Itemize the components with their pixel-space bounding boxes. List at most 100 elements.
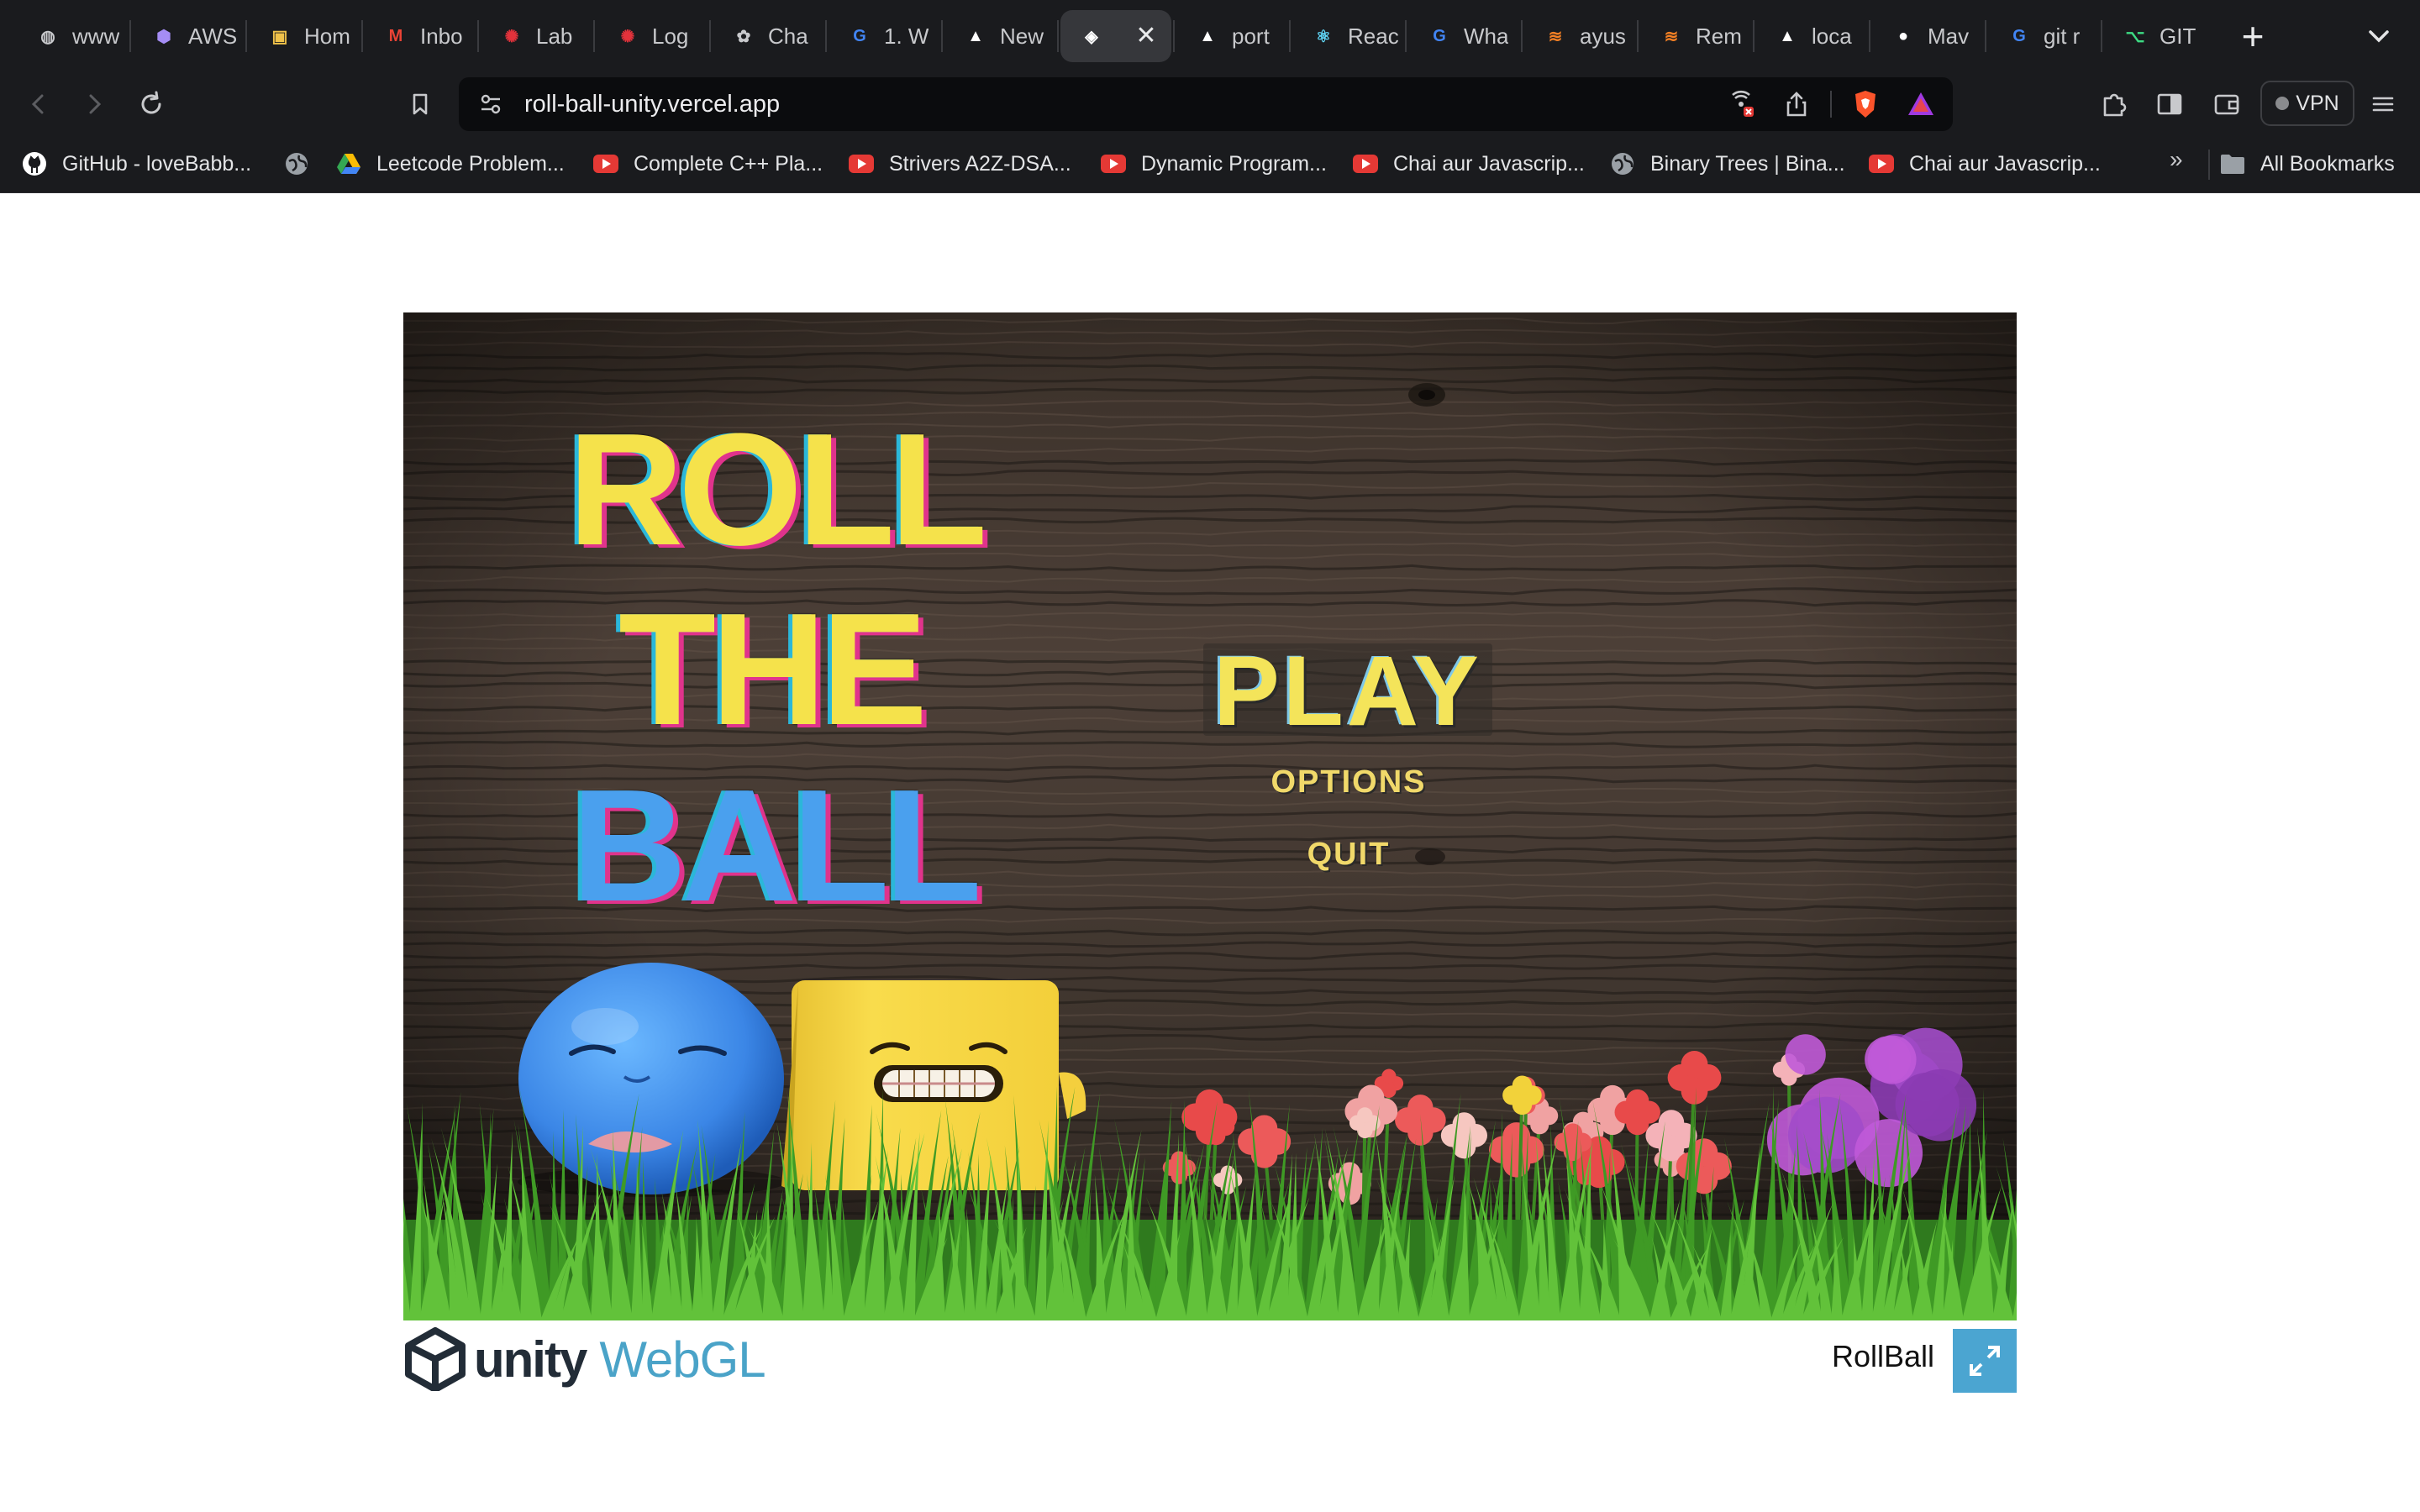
browser-tab[interactable]: ▲ loca [1756, 10, 1867, 62]
bookmark-page-button[interactable] [398, 82, 442, 126]
main-menu-button[interactable] [2361, 82, 2405, 126]
tab-separator [361, 20, 363, 52]
browser-tab[interactable]: ✿ Cha [713, 10, 823, 62]
browser-tab[interactable]: ⚛ Reac [1292, 10, 1403, 62]
browser-tab[interactable]: ≋ Rem [1640, 10, 1751, 62]
url-text[interactable]: roll-ball-unity.vercel.app [524, 77, 780, 131]
browser-tab[interactable]: ✺ Log [597, 10, 708, 62]
extensions-button[interactable] [2092, 82, 2136, 126]
vpn-button[interactable]: VPN [2260, 81, 2354, 126]
vercel-icon: ▲ [1779, 26, 1796, 45]
browser-tab[interactable]: ◍ www [17, 10, 128, 62]
tab-title: Rem [1696, 23, 1742, 49]
new-tab-button[interactable]: + [2232, 13, 2274, 59]
play-button[interactable]: PLAY [1203, 642, 1492, 741]
browser-tab[interactable]: ✺ Lab [481, 10, 592, 62]
globe-icon [1610, 151, 1635, 176]
fullscreen-button[interactable] [1953, 1329, 2017, 1393]
tab-title: Cha [768, 23, 808, 49]
browser-tab[interactable]: ▲ New [944, 10, 1055, 62]
unity-webgl-logo: unity WebGL [403, 1326, 766, 1393]
folder-icon [2220, 151, 2245, 176]
tab-title: Mav [1928, 23, 1970, 49]
share-icon[interactable] [1776, 84, 1817, 124]
tab-title: Inbo [420, 23, 463, 49]
bookmark-item[interactable]: Binary Trees | Bina... [1610, 138, 1845, 190]
tab-search-button[interactable] [2360, 17, 2398, 55]
address-bar[interactable]: roll-ball-unity.vercel.app [459, 77, 1953, 131]
unity-footer: unity WebGL RollBall [403, 1320, 2017, 1394]
sidebar-button[interactable] [2148, 82, 2191, 126]
bookmarks-overflow-button[interactable]: » [2170, 146, 2183, 173]
vercel-icon: ▲ [967, 26, 984, 45]
google-icon: G [2012, 26, 2026, 45]
tab-separator [245, 20, 247, 52]
quit-button[interactable]: QUIT [1262, 837, 1435, 873]
bookmark-item[interactable]: GitHub - loveBabb... [22, 138, 251, 190]
browser-tab[interactable]: Ggit r [1988, 10, 2099, 62]
close-tab-icon[interactable]: ✕ [1131, 21, 1161, 51]
bookmark-item[interactable]: Complete C++ Pla... [593, 138, 823, 190]
vpn-label: VPN [2296, 91, 2339, 115]
browser-tab[interactable]: ● Mav [1872, 10, 1983, 62]
youtube-icon [1101, 151, 1126, 176]
stack-icon: ≋ [1548, 27, 1563, 46]
tab-title: Lab [536, 23, 573, 49]
browser-tab[interactable]: ◈ ✕ [1060, 10, 1171, 62]
bookmark-item[interactable]: Leetcode Problem... [336, 138, 565, 190]
browser-tab[interactable]: G Wha [1408, 10, 1519, 62]
browser-tab[interactable]: ▲ port [1176, 10, 1287, 62]
omnibox-divider [1830, 91, 1832, 118]
all-bookmarks-label: All Bookmarks [2260, 151, 2395, 176]
bookmarks-bar: GitHub - loveBabb... Leetcode Problem... C… [0, 138, 2420, 193]
browser-tab[interactable]: G 1. W [829, 10, 939, 62]
tab-separator [1057, 20, 1059, 52]
site-settings-icon[interactable] [471, 84, 511, 124]
bookmark-item[interactable]: Dynamic Program... [1101, 138, 1327, 190]
tab-title: Log [652, 23, 689, 49]
brave-shields-icon[interactable] [1845, 84, 1886, 124]
vpn-status-icon [2275, 97, 2290, 110]
globe-icon: ◍ [40, 27, 55, 46]
puzzle-icon [2103, 93, 2127, 117]
youtube-icon [1353, 151, 1378, 176]
options-button[interactable]: OPTIONS [1228, 764, 1469, 801]
back-button[interactable] [17, 82, 60, 126]
bookmark-item[interactable]: Chai aur Javascrip... [1353, 138, 1585, 190]
youtube-icon [849, 151, 874, 176]
tab-separator [1985, 20, 1986, 52]
browser-tab[interactable]: ⬢ AWS [133, 10, 244, 62]
browser-tab[interactable]: M Inbo [365, 10, 476, 62]
bookmark-label: Complete C++ Pla... [634, 151, 823, 176]
stack-icon: ≋ [1664, 27, 1679, 46]
wallet-button[interactable] [2205, 82, 2249, 126]
tab-title: Reac [1348, 23, 1399, 49]
bookmark-item[interactable]: Strivers A2Z-DSA... [849, 138, 1071, 190]
bookmark-label: Chai aur Javascrip... [1393, 151, 1585, 176]
wallet-icon [2214, 94, 2239, 115]
game-title-line-3: BALL [571, 757, 982, 935]
cast-blocked-icon[interactable] [1721, 84, 1761, 124]
browser-tab[interactable]: ⌥ GIT [2104, 10, 2215, 62]
tab-title: New [1000, 23, 1044, 49]
bookmark-label: Chai aur Javascrip... [1909, 151, 2101, 176]
bookmark-label: Leetcode Problem... [376, 151, 565, 176]
tab-separator [825, 20, 827, 52]
vercel-icon: ▲ [1199, 26, 1216, 45]
brave-rewards-icon[interactable] [1901, 84, 1941, 124]
bookmark-item[interactable]: Chai aur Javascrip... [1869, 138, 2101, 190]
reload-button[interactable] [129, 82, 173, 126]
bookmarks-divider [2208, 150, 2210, 180]
back-arrow-icon [31, 94, 44, 114]
unity-game-canvas[interactable]: ROLL THE BALL PLAY OPTIONS QUIT [403, 312, 2017, 1320]
all-bookmarks-button[interactable]: All Bookmarks [2220, 138, 2395, 190]
game-title-line-2: THE [618, 580, 928, 759]
tab-title: AWS [188, 23, 238, 49]
bookmark-item[interactable] [284, 138, 324, 190]
tab-separator [1637, 20, 1639, 52]
forward-button[interactable] [72, 82, 116, 126]
tab-separator [477, 20, 479, 52]
tab-separator [1869, 20, 1870, 52]
browser-tab[interactable]: ▣ Hom [249, 10, 360, 62]
browser-tab[interactable]: ≋ ayus [1524, 10, 1635, 62]
